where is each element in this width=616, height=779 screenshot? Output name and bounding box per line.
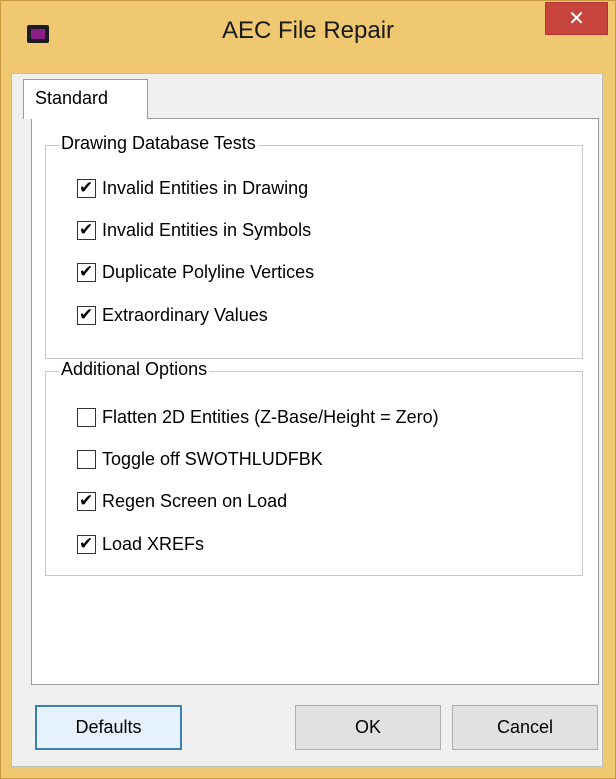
checkbox-label: Extraordinary Values <box>102 304 268 325</box>
check-icon: ✔ <box>79 261 94 282</box>
cancel-button[interactable]: Cancel <box>452 705 598 750</box>
checkbox-load-xrefs[interactable]: ✔ <box>77 533 96 554</box>
checkbox-regen-screen-on-load[interactable]: ✔ <box>77 490 96 511</box>
checkbox-duplicate-polyline-vertices[interactable]: ✔ <box>77 261 96 282</box>
checkbox-flatten-2d-entities[interactable] <box>77 407 96 427</box>
check-icon: ✔ <box>79 177 94 198</box>
title-bar[interactable]: AEC File Repair ✕ <box>1 1 615 73</box>
checkbox-label: Invalid Entities in Drawing <box>102 177 309 198</box>
checkbox-row-toggle-off-swothludfbk[interactable]: Toggle off SWOTHLUDFBK <box>77 447 323 471</box>
close-button[interactable]: ✕ <box>545 2 608 35</box>
checkbox-label: Flatten 2D Entities (Z-Base/Height = Zer… <box>102 406 439 427</box>
checkbox-invalid-entities-drawing[interactable]: ✔ <box>77 177 96 198</box>
checkbox-row-duplicate-polyline-vertices[interactable]: ✔ Duplicate Polyline Vertices <box>77 260 314 284</box>
check-icon: ✔ <box>79 219 94 240</box>
checkbox-row-flatten-2d-entities[interactable]: Flatten 2D Entities (Z-Base/Height = Zer… <box>77 405 439 429</box>
checkbox-invalid-entities-symbols[interactable]: ✔ <box>77 219 96 240</box>
defaults-button[interactable]: Defaults <box>35 705 182 750</box>
checkbox-row-load-xrefs[interactable]: ✔ Load XREFs <box>77 532 204 556</box>
dialog-window: AEC File Repair ✕ Standard Drawing Datab… <box>0 0 616 779</box>
checkbox-label: Toggle off SWOTHLUDFBK <box>102 448 323 469</box>
tab-standard[interactable]: Standard <box>23 79 148 119</box>
checkbox-label: Invalid Entities in Symbols <box>102 219 312 240</box>
ok-button[interactable]: OK <box>295 705 441 750</box>
checkbox-row-regen-screen-on-load[interactable]: ✔ Regen Screen on Load <box>77 489 287 513</box>
close-icon: ✕ <box>568 6 585 30</box>
check-icon: ✔ <box>79 304 94 325</box>
check-icon: ✔ <box>79 533 94 554</box>
checkbox-row-extraordinary-values[interactable]: ✔ Extraordinary Values <box>77 303 268 327</box>
checkbox-row-invalid-entities-drawing[interactable]: ✔ Invalid Entities in Drawing <box>77 176 308 200</box>
check-icon: ✔ <box>79 490 94 511</box>
group-legend-database-tests: Drawing Database Tests <box>59 133 258 154</box>
group-additional-options: Additional Options Flatten 2D Entities (… <box>45 359 583 576</box>
checkbox-row-invalid-entities-symbols[interactable]: ✔ Invalid Entities in Symbols <box>77 218 311 242</box>
checkbox-extraordinary-values[interactable]: ✔ <box>77 304 96 325</box>
window-title: AEC File Repair <box>221 17 395 44</box>
checkbox-label: Regen Screen on Load <box>102 490 288 511</box>
group-drawing-database-tests: Drawing Database Tests ✔ Invalid Entitie… <box>45 133 583 359</box>
group-legend-additional-options: Additional Options <box>59 359 210 380</box>
tab-panel-standard: Drawing Database Tests ✔ Invalid Entitie… <box>31 118 599 685</box>
checkbox-toggle-off-swothludfbk[interactable] <box>77 449 96 469</box>
checkbox-label: Duplicate Polyline Vertices <box>102 261 315 282</box>
checkbox-label: Load XREFs <box>102 533 205 554</box>
